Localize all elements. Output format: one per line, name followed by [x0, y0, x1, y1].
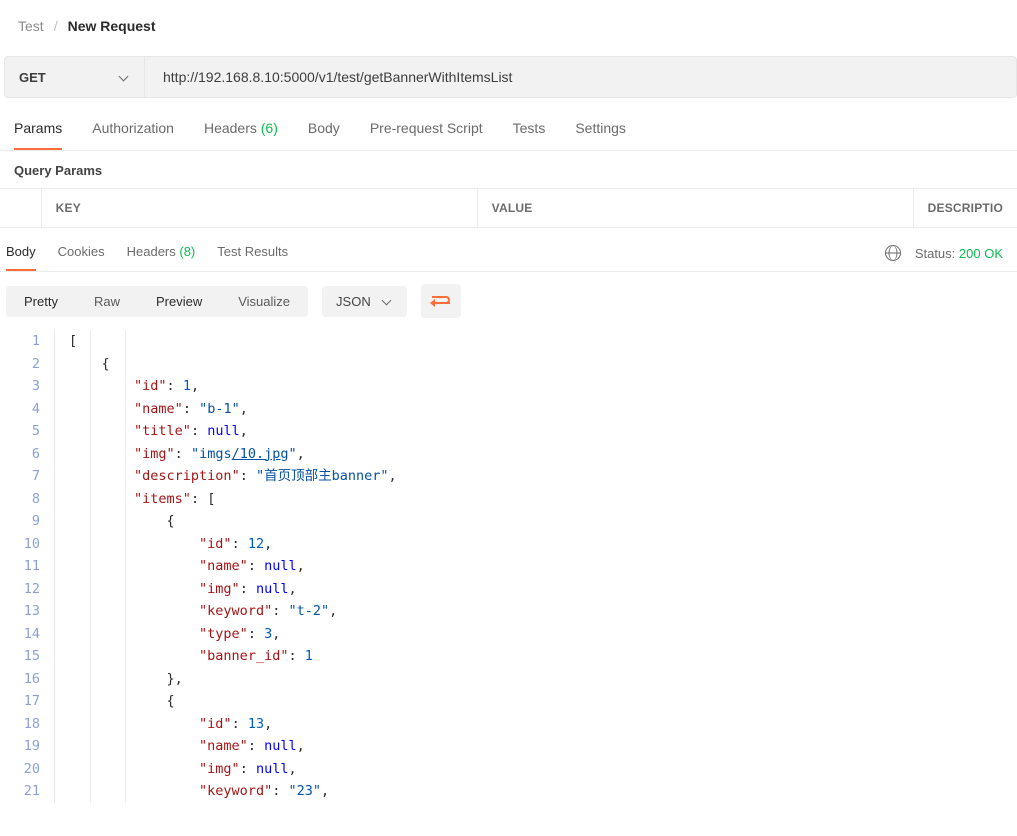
- breadcrumb-separator: /: [54, 18, 58, 34]
- chevron-down-icon: [381, 295, 393, 307]
- view-mode-segment: Pretty Raw Preview Visualize: [6, 286, 308, 317]
- view-visualize[interactable]: Visualize: [220, 286, 308, 317]
- response-tab-testresults[interactable]: Test Results: [217, 244, 288, 271]
- params-col-value: VALUE: [478, 189, 914, 227]
- params-col-description: DESCRIPTIO: [914, 189, 1017, 227]
- response-body-viewer[interactable]: 123456789101112131415161718192021 [ { "i…: [0, 330, 1017, 811]
- url-text: http://192.168.8.10:5000/v1/test/getBann…: [163, 69, 512, 85]
- response-tab-cookies[interactable]: Cookies: [58, 244, 105, 271]
- tab-headers-label: Headers: [204, 120, 257, 136]
- tab-params[interactable]: Params: [14, 120, 62, 150]
- params-col-checkbox: [0, 189, 42, 227]
- view-pretty[interactable]: Pretty: [6, 286, 76, 317]
- language-select[interactable]: JSON: [322, 286, 407, 317]
- view-preview[interactable]: Preview: [138, 286, 220, 317]
- query-params-title: Query Params: [0, 151, 1017, 188]
- chevron-down-icon: [118, 71, 130, 83]
- breadcrumb: Test / New Request: [0, 0, 1017, 56]
- tab-headers-count: (6): [261, 120, 278, 136]
- tab-authorization[interactable]: Authorization: [92, 120, 174, 150]
- response-toolbar: Pretty Raw Preview Visualize JSON: [0, 272, 1017, 330]
- line-number-gutter: 123456789101112131415161718192021: [0, 330, 54, 803]
- url-input[interactable]: http://192.168.8.10:5000/v1/test/getBann…: [144, 56, 1017, 98]
- status-code: 200 OK: [959, 246, 1003, 261]
- tab-body[interactable]: Body: [308, 120, 340, 150]
- breadcrumb-current: New Request: [68, 18, 156, 34]
- wrap-icon: [432, 294, 450, 308]
- code-panel[interactable]: [ { "id": 1, "name": "b-1", "title": nul…: [54, 330, 1017, 803]
- wrap-lines-button[interactable]: [421, 284, 461, 318]
- method-select[interactable]: GET: [4, 56, 144, 98]
- status-label: Status:: [915, 246, 955, 261]
- method-value: GET: [19, 70, 46, 85]
- response-header-row: Body Cookies Headers (8) Test Results St…: [0, 228, 1017, 272]
- tab-settings[interactable]: Settings: [575, 120, 626, 150]
- response-tab-headers-label: Headers: [127, 244, 176, 259]
- params-col-key: KEY: [42, 189, 478, 227]
- breadcrumb-root[interactable]: Test: [18, 18, 44, 34]
- response-tab-headers[interactable]: Headers (8): [127, 244, 196, 271]
- language-value: JSON: [336, 294, 371, 309]
- response-tabs: Body Cookies Headers (8) Test Results: [6, 244, 288, 271]
- response-tab-body[interactable]: Body: [6, 244, 36, 271]
- tab-prerequest[interactable]: Pre-request Script: [370, 120, 483, 150]
- params-table-header: KEY VALUE DESCRIPTIO: [0, 188, 1017, 228]
- request-url-row: GET http://192.168.8.10:5000/v1/test/get…: [0, 56, 1017, 98]
- view-raw[interactable]: Raw: [76, 286, 138, 317]
- request-tabs: Params Authorization Headers (6) Body Pr…: [0, 98, 1017, 151]
- tab-tests[interactable]: Tests: [513, 120, 546, 150]
- tab-headers[interactable]: Headers (6): [204, 120, 278, 150]
- response-status-area: Status: 200 OK: [885, 245, 1003, 271]
- response-tab-headers-count: (8): [179, 244, 195, 259]
- globe-icon[interactable]: [885, 245, 901, 261]
